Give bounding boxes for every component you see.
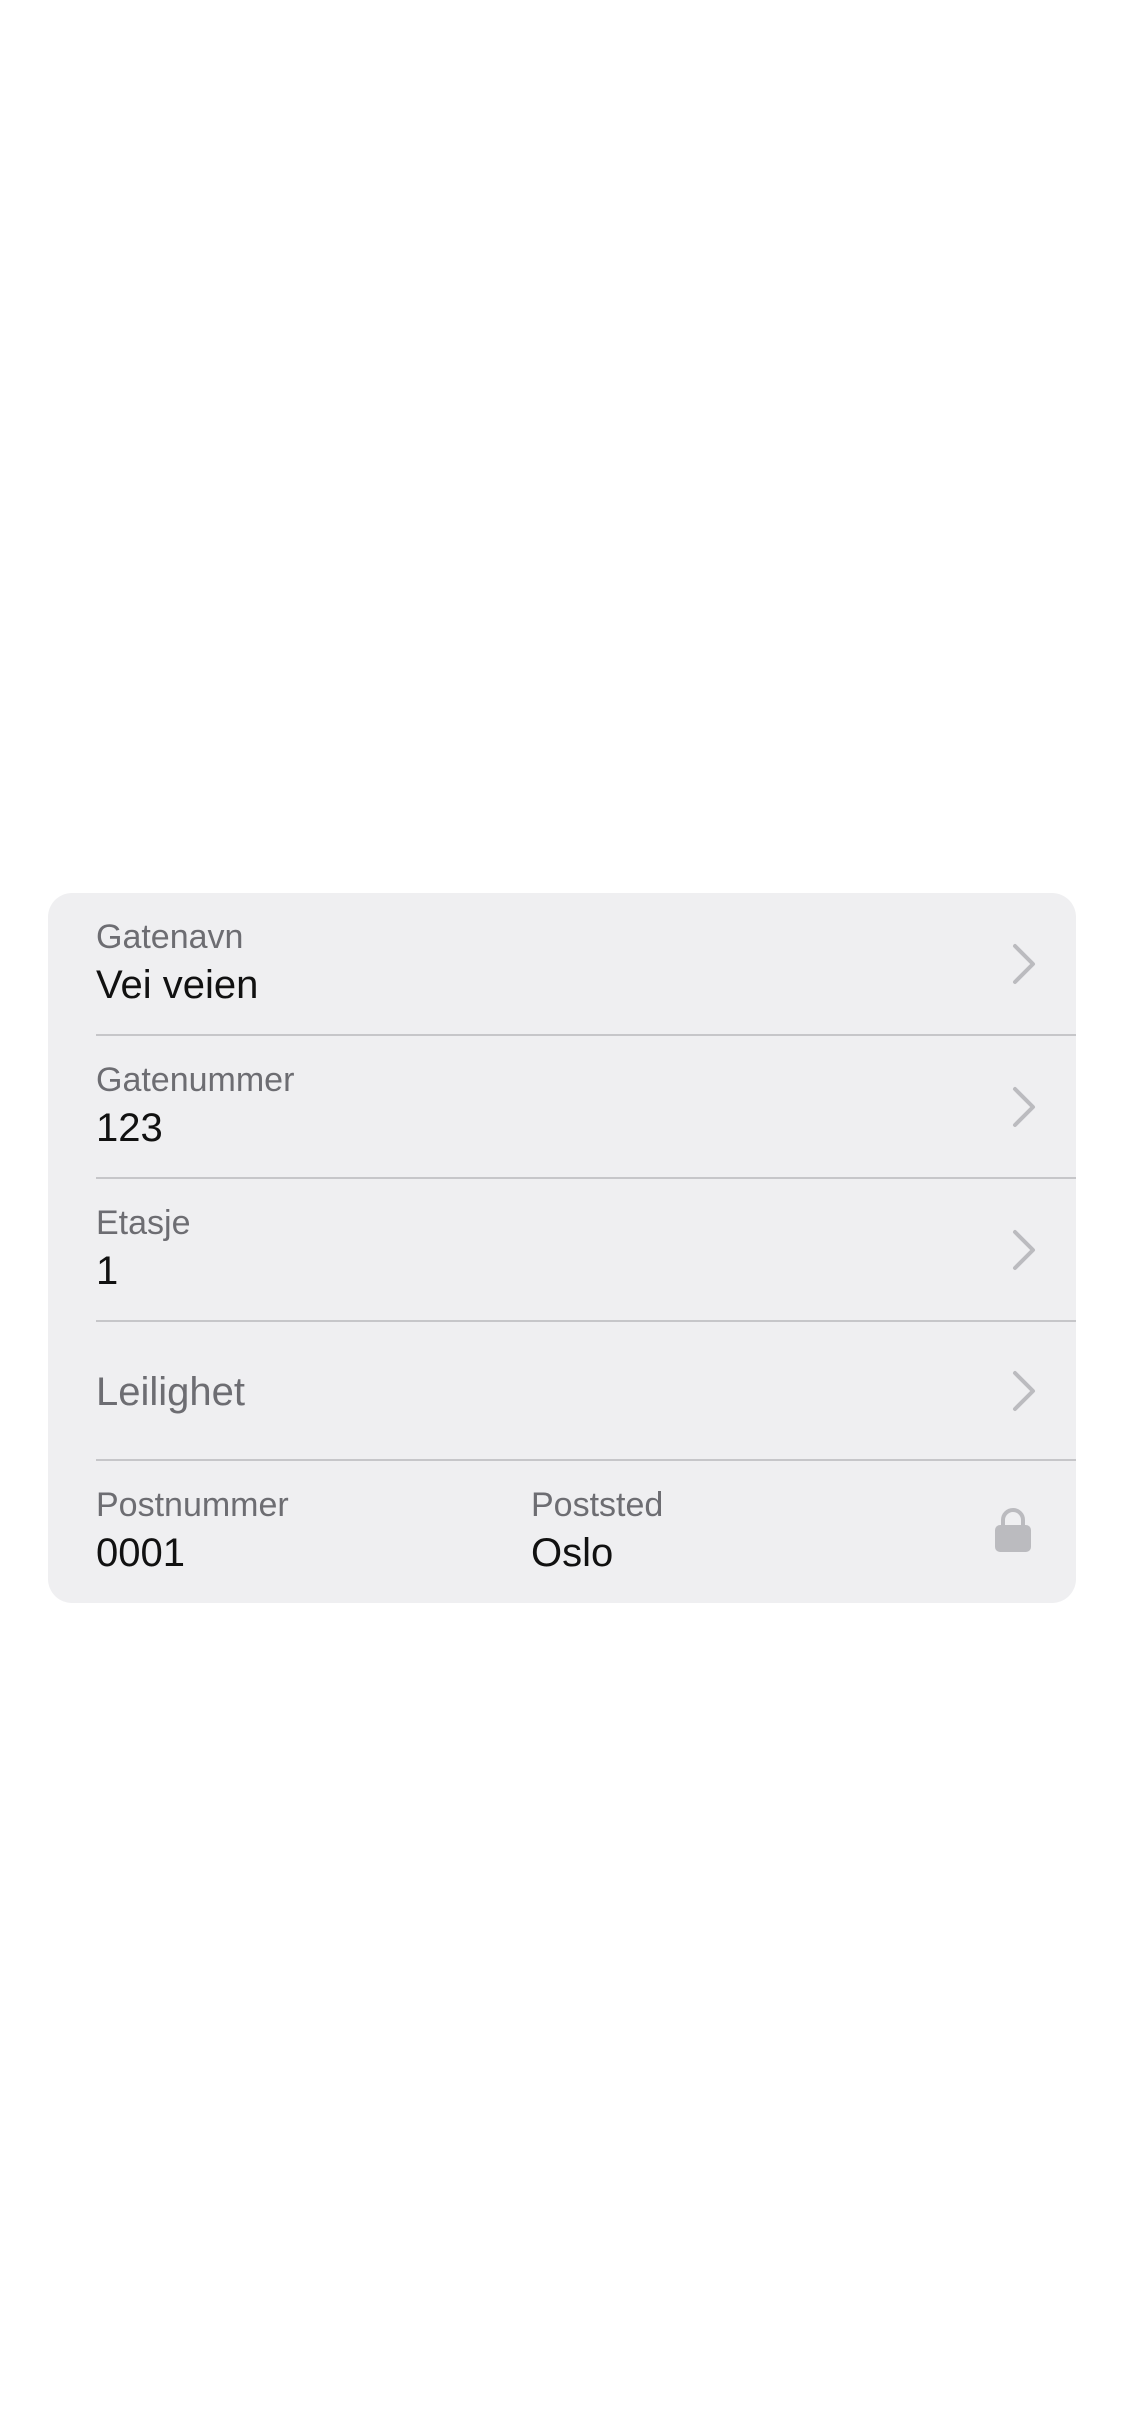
city-value: Oslo <box>531 1531 614 1575</box>
street-number-row[interactable]: Gatenummer 123 <box>48 1036 1076 1178</box>
street-name-value: Vei veien <box>96 963 259 1007</box>
chevron-right-icon <box>1013 1371 1035 1411</box>
street-number-label: Gatenummer <box>96 1061 295 1099</box>
apartment-placeholder: Leilighet <box>96 1370 246 1414</box>
address-card: Gatenavn Vei veien Gatenummer 123 Etasje… <box>48 893 1076 1603</box>
chevron-right-icon <box>1013 944 1035 984</box>
city-label: Poststed <box>531 1486 664 1524</box>
lock-icon <box>995 1508 1031 1552</box>
floor-row[interactable]: Etasje 1 <box>48 1179 1076 1321</box>
street-name-label: Gatenavn <box>96 918 244 956</box>
postal-code-value: 0001 <box>96 1531 185 1575</box>
chevron-right-icon <box>1013 1230 1035 1270</box>
postal-code-label: Postnummer <box>96 1486 289 1524</box>
floor-value: 1 <box>96 1249 119 1293</box>
street-number-value: 123 <box>96 1106 163 1150</box>
postal-row: Postnummer 0001 Poststed Oslo <box>48 1461 1076 1603</box>
apartment-row[interactable]: Leilighet <box>48 1322 1076 1460</box>
floor-label: Etasje <box>96 1204 191 1242</box>
chevron-right-icon <box>1013 1087 1035 1127</box>
street-name-row[interactable]: Gatenavn Vei veien <box>48 893 1076 1035</box>
